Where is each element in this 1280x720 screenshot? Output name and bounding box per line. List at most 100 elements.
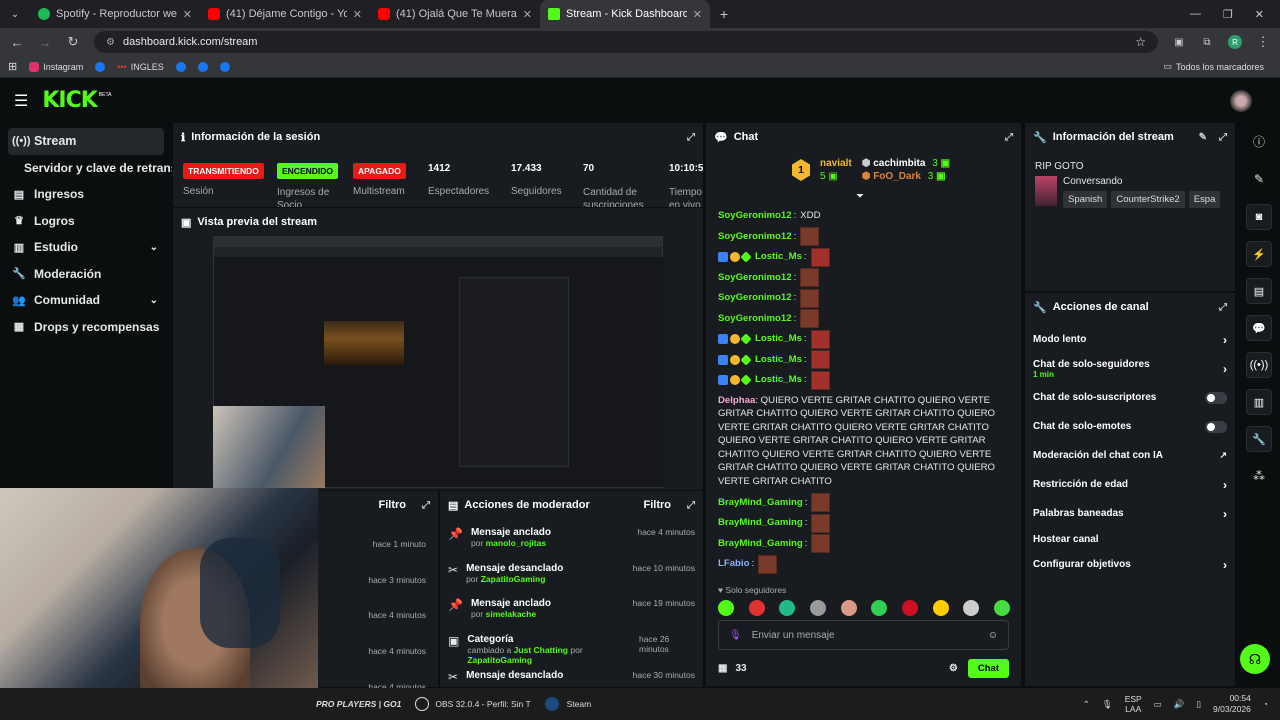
chevron-up-icon[interactable]: ⌃ — [1083, 699, 1090, 710]
sidebar-item-drops[interactable]: ▦ Drops y recompensas — [0, 314, 172, 341]
back-icon[interactable]: ← — [10, 35, 24, 50]
sidebar-item-achievements[interactable]: ♛ Logros — [0, 208, 172, 235]
nodes-icon[interactable]: ⁂ — [1238, 463, 1280, 489]
support-button[interactable]: ☊ — [1240, 644, 1270, 674]
expand-icon[interactable]: ⤢ — [422, 500, 430, 511]
info-icon[interactable]: ⓘ — [1238, 122, 1280, 160]
emote-icon[interactable] — [840, 600, 857, 616]
microphone-icon[interactable]: 🎙 — [729, 630, 742, 641]
edit-icon[interactable]: ✎ — [1199, 132, 1207, 143]
browser-tab-youtube-1[interactable]: (41) Déjame Contigo - YouTube✕ — [200, 0, 370, 28]
tag[interactable]: CounterStrike2 — [1111, 191, 1185, 208]
channel-action-slow-mode[interactable]: Modo lento › — [1025, 325, 1235, 354]
channel-action-subscribers-only[interactable]: Chat de solo-suscriptores — [1025, 383, 1235, 412]
filter-button[interactable]: Filtro — [379, 499, 407, 511]
channel-action-goals[interactable]: Configurar objetivos › — [1025, 550, 1235, 579]
camera-icon[interactable]: ◙ — [1246, 204, 1272, 230]
bookmark-facebook-4[interactable] — [219, 61, 230, 72]
browser-tab-kick[interactable]: Stream - Kick Dashboard ✕ — [540, 0, 710, 28]
url-bar[interactable]: ⚙ dashboard.kick.com/stream ☆ — [94, 31, 1158, 53]
subscribers-only-toggle[interactable] — [1205, 391, 1227, 404]
battery-icon[interactable]: ▯ — [1196, 699, 1201, 710]
hamburger-menu-icon[interactable]: ☰ — [14, 91, 28, 111]
maximize-button[interactable]: ❐ — [1223, 8, 1233, 21]
site-info-icon[interactable]: ⚙ — [106, 37, 115, 48]
bookmark-star-icon[interactable]: ☆ — [1135, 35, 1146, 49]
sidebar-item-revenue[interactable]: ▤ Ingresos — [0, 181, 172, 208]
chat-input[interactable]: 🎙 Enviar un mensaje ☺ — [718, 620, 1009, 650]
settings-gear-icon[interactable]: ⚙ — [949, 663, 958, 674]
notifications-icon[interactable]: ◔ — [1263, 699, 1268, 709]
close-window-button[interactable]: ✕ — [1255, 8, 1264, 21]
microphone-icon[interactable]: 🎙 — [1102, 699, 1113, 710]
network-icon[interactable]: ▭ — [1154, 699, 1162, 710]
channel-action-age-restriction[interactable]: Restricción de edad › — [1025, 470, 1235, 499]
tag[interactable]: Espa — [1188, 191, 1221, 208]
user-avatar[interactable] — [1230, 89, 1252, 112]
menu-dots-icon[interactable]: ⋮ — [1256, 34, 1270, 50]
channel-action-banned-words[interactable]: Palabras baneadas › — [1025, 499, 1235, 528]
expand-icon[interactable]: ⤢ — [1219, 132, 1227, 143]
browser-tab-youtube-2[interactable]: (41) Ojalá Que Te Mueras - You✕ — [370, 0, 540, 28]
emote-icon[interactable] — [871, 600, 888, 616]
document-icon[interactable]: ▤ — [1246, 278, 1272, 304]
sidebar-item-moderation[interactable]: 🔧 Moderación — [0, 261, 172, 288]
bookmark-facebook-3[interactable] — [197, 61, 208, 72]
broadcast-icon[interactable]: ((•)) — [1246, 352, 1272, 378]
bookmark-facebook[interactable] — [95, 61, 106, 72]
emote-icon[interactable] — [993, 600, 1010, 616]
sidebar-item-server-key[interactable]: Servidor y clave de retransmisión — [0, 155, 172, 182]
emote-icon[interactable] — [963, 600, 980, 616]
chat-bubble-icon[interactable]: 💬 — [1246, 315, 1272, 341]
taskbar-obs[interactable]: OBS 32.0.4 - Perfil: Sin T — [435, 699, 530, 709]
bookmark-instagram[interactable]: Instagram — [29, 61, 83, 72]
extensions-icon[interactable]: ⧉ — [1200, 37, 1214, 48]
category-name[interactable]: Conversando — [1063, 176, 1220, 187]
channel-action-followers-only[interactable]: Chat de solo-seguidores 1 min › — [1025, 354, 1235, 383]
reload-icon[interactable]: ↻ — [66, 34, 80, 50]
kick-logo[interactable]: KICK — [42, 88, 97, 113]
filter-button[interactable]: Filtro — [644, 499, 672, 511]
profile-avatar[interactable]: R — [1228, 35, 1242, 49]
taskbar-game[interactable]: PRO PLAYERS | GO1 — [316, 699, 401, 709]
all-bookmarks[interactable]: ▭ Todos los marcadores — [1163, 61, 1264, 72]
new-tab-button[interactable]: + — [710, 0, 738, 28]
emote-icon[interactable] — [901, 600, 918, 616]
expand-icon[interactable]: ⤢ — [1005, 132, 1013, 143]
sidebar-item-stream[interactable]: ((•)) Stream — [8, 128, 164, 155]
bookmark-ingles[interactable]: ••• INGLES — [117, 62, 163, 72]
bookmark-facebook-2[interactable] — [175, 61, 186, 72]
tag[interactable]: Spanish — [1063, 191, 1108, 208]
expand-icon[interactable]: ⤢ — [687, 500, 695, 511]
lightning-icon[interactable]: ⚡ — [1246, 241, 1272, 267]
emote-icon[interactable] — [779, 600, 796, 616]
emoji-icon[interactable]: ☺ — [988, 630, 998, 641]
channel-action-emotes-only[interactable]: Chat de solo-emotes — [1025, 412, 1235, 441]
volume-icon[interactable]: 🔊 — [1174, 699, 1185, 710]
expand-icon[interactable]: ⤢ — [687, 132, 695, 143]
collapse-icon[interactable]: ⏷ — [856, 191, 864, 202]
forward-icon[interactable]: → — [38, 35, 52, 50]
apps-grid-icon[interactable]: ⊞ — [8, 60, 17, 73]
media-icon[interactable]: ▣ — [1172, 37, 1186, 48]
sidebar-item-studio[interactable]: ▥ Estudio ⌄ — [0, 234, 172, 261]
send-chat-button[interactable]: Chat — [967, 658, 1009, 678]
emote-icon[interactable] — [932, 600, 949, 616]
emote-icon[interactable] — [809, 600, 826, 616]
minimize-button[interactable]: — — [1190, 8, 1201, 20]
expand-icon[interactable]: ⤢ — [1219, 302, 1227, 313]
close-icon[interactable]: ✕ — [183, 8, 192, 21]
wrench-icon[interactable]: 🔧 — [1246, 426, 1272, 452]
channel-action-ai-moderation[interactable]: Moderación del chat con IA ↗ — [1025, 441, 1235, 470]
emotes-only-toggle[interactable] — [1205, 420, 1227, 433]
emote-icon[interactable] — [748, 600, 765, 616]
channel-action-host[interactable]: Hostear canal — [1025, 528, 1235, 550]
close-icon[interactable]: ✕ — [523, 8, 532, 21]
taskbar-steam[interactable]: Steam — [567, 699, 592, 709]
layout-icon[interactable]: ▥ — [1246, 389, 1272, 415]
browser-tab-spotify[interactable]: Spotify - Reproductor web: mú✕ — [30, 0, 200, 28]
close-icon[interactable]: ✕ — [353, 8, 362, 21]
sidebar-item-community[interactable]: 👥 Comunidad ⌄ — [0, 287, 172, 314]
edit-icon[interactable]: ✎ — [1238, 160, 1280, 198]
close-icon[interactable]: ✕ — [693, 8, 702, 21]
